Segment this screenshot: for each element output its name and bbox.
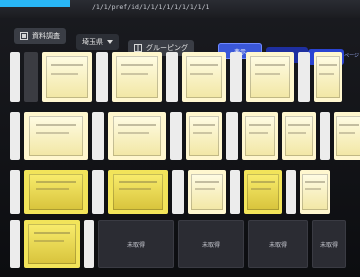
document-preview [29,115,83,157]
document-preview [336,115,360,157]
thumbnail[interactable] [186,112,222,160]
prefecture-select[interactable]: 埼玉県 [76,34,119,50]
unloaded-label: 未取得 [319,241,338,249]
document-preview [191,173,223,211]
thumbnail[interactable] [188,170,226,214]
unloaded-label: 未取得 [268,241,287,249]
chevron-down-icon [107,40,113,44]
document-preview [112,115,162,157]
thumbnail[interactable] [92,170,104,214]
thumbnail-grid: 未取得 未取得 未取得 未取得 [10,52,360,277]
document-preview [302,173,328,211]
document-preview [316,56,340,98]
thumbnail[interactable] [24,112,88,160]
thumbnail[interactable] [92,112,104,160]
address-accent [0,0,70,7]
thumbnail[interactable] [96,52,108,102]
thumbnail[interactable] [172,170,184,214]
document-preview [185,56,223,98]
thumbnail-row [10,112,360,160]
thumbnail[interactable] [246,52,294,102]
thumbnail-row: 未取得 未取得 未取得 未取得 [10,220,346,268]
thumbnail[interactable] [182,52,226,102]
thumbnail[interactable] [112,52,162,102]
thumbnail[interactable] [24,52,38,102]
thumbnail[interactable] [334,112,360,160]
thumbnail[interactable] [108,112,166,160]
thumbnail-placeholder[interactable]: 未取得 [98,220,174,268]
search-button[interactable]: 資料調査 [14,28,66,44]
thumbnail[interactable] [300,170,330,214]
thumbnail[interactable] [42,52,92,102]
thumbnail-row [10,170,330,214]
thumbnail[interactable] [314,52,342,102]
unloaded-label: 未取得 [201,241,220,249]
thumbnail-placeholder[interactable]: 未取得 [312,220,346,268]
thumbnail[interactable] [244,170,282,214]
thumbnail[interactable] [230,52,242,102]
document-preview [28,223,76,265]
thumbnail[interactable] [170,112,182,160]
thumbnail[interactable] [230,170,240,214]
document-preview [188,115,220,157]
thumbnail-placeholder[interactable]: 未取得 [178,220,244,268]
thumbnail[interactable] [10,170,20,214]
thumbnail[interactable] [298,52,310,102]
thumbnail[interactable] [84,220,94,268]
thumbnail[interactable] [10,220,20,268]
address-bar[interactable]: /1/1/pref/id/1/1/1/1/1/1/1/1/1 [0,0,360,18]
thumbnail[interactable] [10,52,20,102]
thumbnail[interactable] [166,52,178,102]
search-button-label: 資料調査 [32,32,60,40]
prefecture-select-value: 埼玉県 [82,38,103,46]
address-text: /1/1/pref/id/1/1/1/1/1/1/1/1/1 [92,3,210,11]
document-preview [247,173,279,211]
thumbnail[interactable] [282,112,316,160]
document-preview [249,56,291,98]
document-preview [112,173,164,211]
document-preview [29,173,83,211]
thumbnail-placeholder[interactable]: 未取得 [248,220,308,268]
thumbnail[interactable] [320,112,330,160]
screen: /1/1/pref/id/1/1/1/1/1/1/1/1/1 資料調査 埼玉県 … [0,0,360,277]
grouping-icon [134,44,142,52]
thumbnail[interactable] [108,170,168,214]
thumbnail[interactable] [24,220,80,268]
thumbnail[interactable] [242,112,278,160]
document-preview [116,56,158,98]
thumbnail-row [10,52,342,102]
document-preview [46,56,88,98]
document-preview [244,115,276,157]
thumbnail[interactable] [226,112,238,160]
document-preview [284,115,314,157]
thumbnail[interactable] [24,170,88,214]
thumbnail[interactable] [286,170,296,214]
document-icon [20,32,28,40]
thumbnail[interactable] [10,112,20,160]
unloaded-label: 未取得 [126,241,145,249]
